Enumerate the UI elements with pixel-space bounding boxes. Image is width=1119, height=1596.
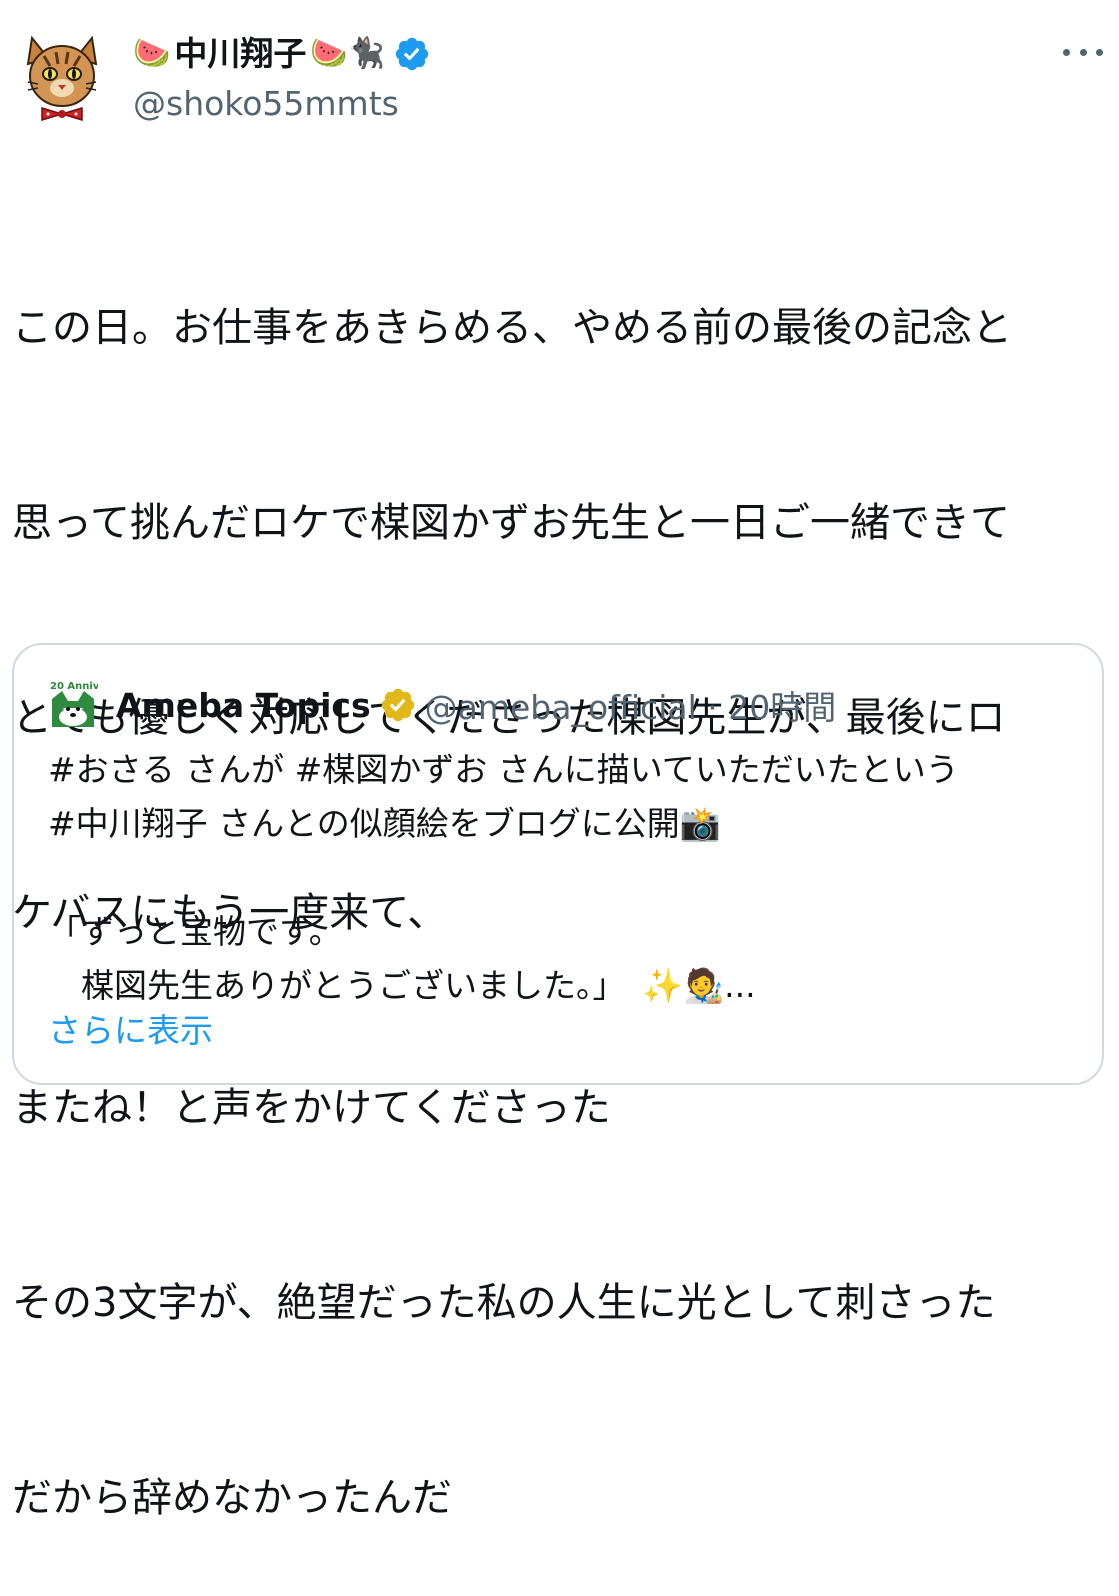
more-dot-icon	[1096, 48, 1103, 56]
quoted-author-avatar[interactable]: 20 Anniv.	[48, 679, 102, 729]
quoted-tweet-card[interactable]: 20 Anniv. Ameba Topics @ameba_official ·…	[12, 643, 1104, 1085]
quoted-handle-time[interactable]: @ameba_official · 20時間	[425, 681, 837, 729]
quoted-author-name[interactable]: Ameba Topics	[116, 686, 371, 725]
watermelon-cat-icon: 🍉🐈‍⬛	[310, 36, 386, 71]
quoted-text-line: #中川翔子 さんとの似顔絵をブログに公開📸	[48, 804, 721, 843]
author-display-name[interactable]: 中川翔子	[174, 28, 306, 80]
anniv-label: 20 Anniv.	[50, 681, 98, 692]
watermelon-icon: 🍉	[133, 36, 171, 71]
quoted-text-line: 「ずっと宝物です。	[48, 912, 342, 951]
tweet-text-line: だから辞めなかったんだ	[12, 1475, 452, 1521]
more-dot-icon	[1079, 48, 1087, 56]
show-more-link[interactable]: さらに表示	[48, 1005, 213, 1057]
more-dot-icon	[1063, 48, 1070, 56]
author-name-row[interactable]: 🍉 中川翔子 🍉🐈‍⬛	[133, 28, 431, 80]
quoted-tweet-text: #おさる さんが #楳図かずお さんに描いていただいたという #中川翔子 さんと…	[48, 743, 1088, 1013]
quoted-text-line	[48, 851, 1088, 905]
quoted-tweet-header: Ameba Topics @ameba_official · 20時間	[116, 679, 836, 731]
tweet-text-line: 思って挑んだロケで楳図かずお先生と一日ご一緒できて	[12, 500, 1010, 546]
cat-avatar-icon	[26, 35, 98, 122]
verified-badge-icon	[395, 37, 429, 71]
tweet-text-line: またね！と声をかけてくださった	[12, 1085, 611, 1131]
tweet-text-line: その3文字が、絶望だった私の人生に光として刺さった	[12, 1280, 996, 1326]
quoted-text-line: #おさる さんが #楳図かずお さんに描いていただいたという	[48, 750, 959, 789]
ameba-logo-icon: 20 Anniv.	[50, 681, 102, 727]
more-options-button[interactable]	[1063, 38, 1103, 66]
author-handle[interactable]: @shoko55mmts	[133, 80, 399, 128]
author-avatar[interactable]	[22, 30, 102, 122]
tweet-text-line: この日。お仕事をあきらめる、やめる前の最後の記念と	[12, 305, 1012, 351]
gold-verified-badge-icon	[381, 688, 414, 722]
